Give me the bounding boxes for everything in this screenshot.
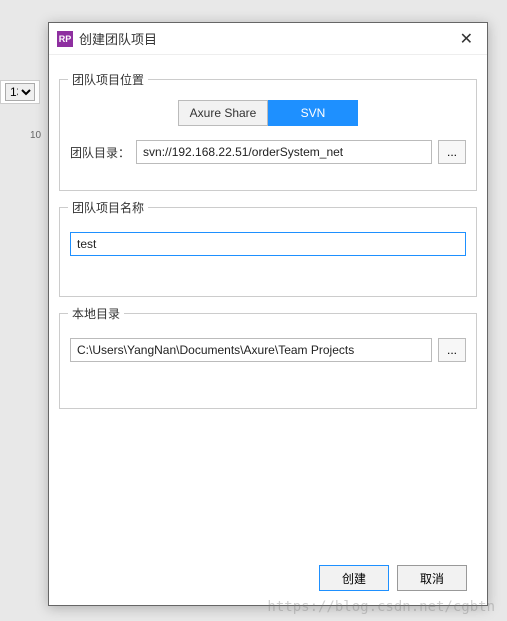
local-dir-row: ... [70,338,466,362]
team-dir-row: 团队目录： ... [70,140,466,164]
team-dir-browse-button[interactable]: ... [438,140,466,164]
create-team-project-dialog: RP 创建团队项目 ✕ 团队项目位置 Axure Share SVN 团队目录：… [48,22,488,606]
group-name-legend: 团队项目名称 [68,199,148,216]
close-icon[interactable]: ✕ [454,27,479,51]
local-dir-input[interactable] [70,338,432,362]
tab-axure-share[interactable]: Axure Share [178,100,268,126]
team-name-row [70,232,466,256]
team-name-input[interactable] [70,232,466,256]
dialog-title: 创建团队项目 [79,29,454,48]
group-team-name: 团队项目名称 [59,207,477,297]
location-tabbar: Axure Share SVN [70,100,466,126]
group-team-location: 团队项目位置 Axure Share SVN 团队目录： ... [59,79,477,191]
tab-svn[interactable]: SVN [268,100,358,126]
group-local-dir: 本地目录 ... [59,313,477,409]
team-dir-label: 团队目录： [70,144,130,161]
dialog-body: 团队项目位置 Axure Share SVN 团队目录： ... 团队项目名称 … [49,55,487,605]
group-local-legend: 本地目录 [68,305,124,322]
local-dir-browse-button[interactable]: ... [438,338,466,362]
zoom-dropdown[interactable]: 13 [5,83,35,101]
bg-zoom-select: 13 [0,80,40,104]
ruler-mark: 10 [30,130,41,141]
cancel-button[interactable]: 取消 [397,565,467,591]
create-button[interactable]: 创建 [319,565,389,591]
dialog-footer: 创建 取消 [59,557,477,599]
team-dir-input[interactable] [136,140,432,164]
app-icon: RP [57,31,73,47]
titlebar: RP 创建团队项目 ✕ [49,23,487,55]
group-location-legend: 团队项目位置 [68,71,148,88]
